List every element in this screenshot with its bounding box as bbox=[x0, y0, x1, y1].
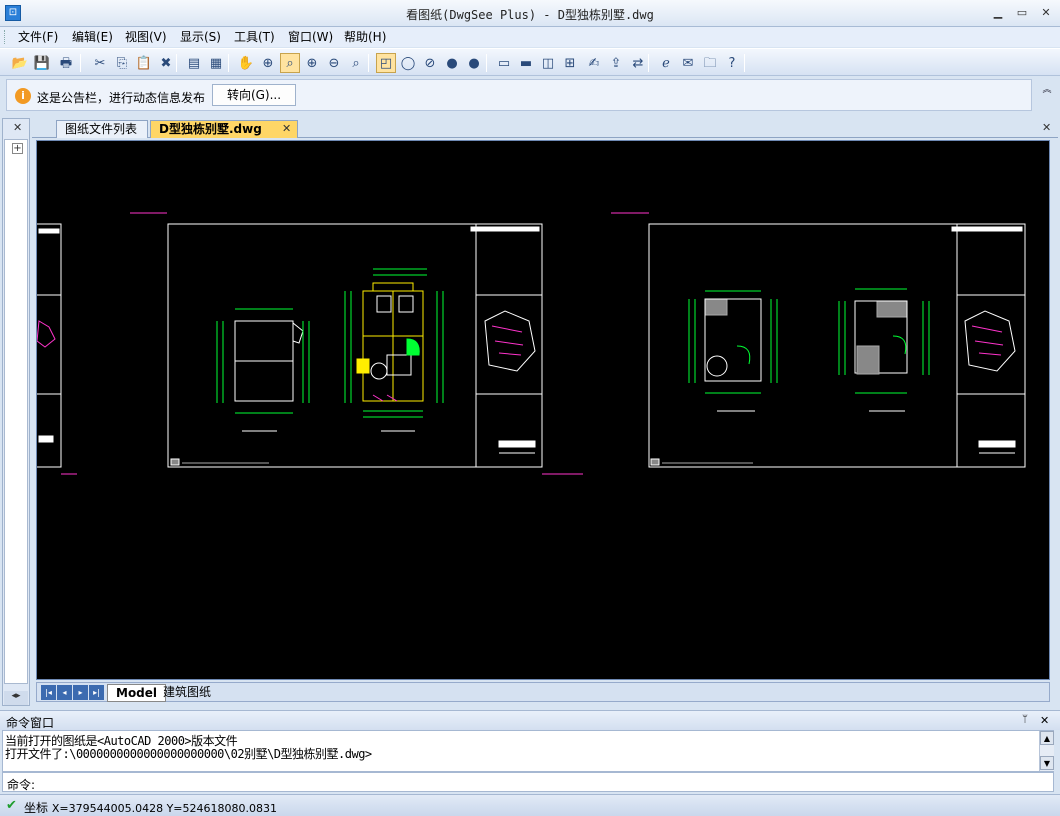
circle-fill-icon[interactable]: ● bbox=[442, 53, 462, 73]
send-icon[interactable]: ✉ bbox=[678, 53, 698, 73]
menu-tools[interactable]: 工具(T) bbox=[228, 29, 281, 45]
drawing-canvas[interactable] bbox=[36, 140, 1050, 680]
tab-close-icon[interactable]: ✕ bbox=[282, 122, 291, 135]
copy-icon[interactable]: ⎘ bbox=[112, 53, 132, 73]
toolbar-separator bbox=[80, 54, 81, 72]
close-button[interactable]: ✕ bbox=[1038, 6, 1054, 20]
sheet-1 bbox=[167, 223, 543, 468]
panel-scroll-arrows[interactable]: ◂▸ bbox=[4, 691, 28, 705]
command-prompt: 命令: bbox=[7, 778, 36, 792]
window-icon[interactable]: ▭ bbox=[494, 53, 514, 73]
list-icon[interactable]: ▤ bbox=[184, 53, 204, 73]
check-icon: ✔ bbox=[6, 798, 17, 813]
open-icon[interactable]: 📂 bbox=[10, 53, 30, 73]
coordinate-readout: 坐标 X=379544005.0428 Y=524618080.0831 bbox=[24, 799, 277, 816]
convert-icon[interactable]: ⇄ bbox=[628, 53, 648, 73]
menu-bar: 文件(F) 编辑(E) 视图(V) 显示(S) 工具(T) 窗口(W) 帮助(H… bbox=[0, 27, 1060, 47]
toolbar-separator bbox=[368, 54, 369, 72]
notice-bar: i 这是公告栏，进行动态信息发布 转向(G)... bbox=[6, 79, 1032, 111]
toolbar-separator bbox=[176, 54, 177, 72]
layout-icon[interactable]: ▬ bbox=[516, 53, 536, 73]
goto-button[interactable]: 转向(G)... bbox=[212, 84, 296, 106]
command-input[interactable]: 命令: bbox=[2, 772, 1054, 792]
coordinate-value: X=379544005.0428 Y=524618080.0831 bbox=[51, 802, 277, 815]
tree-expand-icon[interactable]: + bbox=[12, 143, 23, 154]
coordinate-label: 坐标 bbox=[24, 801, 49, 815]
command-window-header: 命令窗口 ᛘ ✕ bbox=[0, 710, 1060, 730]
tabs-close-icon[interactable]: ✕ bbox=[1042, 121, 1051, 134]
sheet-prev-button[interactable]: ◂ bbox=[57, 685, 72, 700]
toolbar-separator bbox=[648, 54, 649, 72]
paste-icon[interactable]: 📋 bbox=[134, 53, 154, 73]
sheet-next-button[interactable]: ▸ bbox=[73, 685, 88, 700]
title-bar: ⊡ 看图纸(DwgSee Plus) - D型独栋别墅.dwg ▁ ▭ ✕ bbox=[0, 0, 1060, 27]
window-title: 看图纸(DwgSee Plus) - D型独栋别墅.dwg bbox=[406, 8, 654, 22]
sheet-partial-left bbox=[37, 223, 62, 468]
menu-help[interactable]: 帮助(H) bbox=[338, 29, 392, 45]
menu-grip[interactable] bbox=[4, 30, 7, 44]
zoom-previous-icon[interactable]: ⌕ bbox=[346, 53, 366, 73]
scroll-down-icon[interactable]: ▼ bbox=[1040, 756, 1054, 770]
menu-view[interactable]: 视图(V) bbox=[119, 29, 173, 45]
zoom-extents-icon[interactable]: ⌕ bbox=[280, 53, 300, 73]
maximize-button[interactable]: ▭ bbox=[1014, 6, 1030, 20]
sheet-last-button[interactable]: ▸| bbox=[89, 685, 104, 700]
menu-file[interactable]: 文件(F) bbox=[12, 29, 64, 45]
minimize-button[interactable]: ▁ bbox=[990, 6, 1006, 20]
circle-fill-2-icon[interactable]: ● bbox=[464, 53, 484, 73]
sheet-first-button[interactable]: |◂ bbox=[41, 685, 56, 700]
save-icon[interactable]: 💾 bbox=[32, 53, 52, 73]
command-log: 当前打开的图纸是<AutoCAD 2000>版本文件 打开文件了:\000000… bbox=[2, 730, 1054, 772]
command-close-icon[interactable]: ✕ bbox=[1040, 714, 1049, 727]
browser-icon[interactable]: ℯ bbox=[656, 53, 676, 73]
split-icon[interactable]: ◫ bbox=[538, 53, 558, 73]
measure-icon[interactable]: ⊞ bbox=[560, 53, 580, 73]
pin-icon[interactable]: ᛘ bbox=[1022, 714, 1028, 725]
print-icon[interactable]: 🖶 bbox=[56, 53, 76, 73]
delete-icon[interactable]: ✖ bbox=[156, 53, 176, 73]
zoom-out-icon[interactable]: ⊖ bbox=[324, 53, 344, 73]
cad-drawing bbox=[37, 212, 1026, 475]
folder-icon[interactable]: 🗀 bbox=[700, 53, 720, 73]
sheet-tab-bar: |◂ ◂ ▸ ▸| Model 建筑图纸 bbox=[36, 682, 1050, 702]
select-icon[interactable]: ▦ bbox=[206, 53, 226, 73]
pan-icon[interactable]: ✋ bbox=[236, 53, 256, 73]
toolbar-separator bbox=[228, 54, 229, 72]
tab-file-list[interactable]: 图纸文件列表 bbox=[56, 120, 148, 138]
circle-outline-icon[interactable]: ◯ bbox=[398, 53, 418, 73]
menu-edit[interactable]: 编辑(E) bbox=[66, 29, 119, 45]
collapse-notice-icon[interactable]: ︽ bbox=[1040, 82, 1054, 96]
circle-slash-icon[interactable]: ⊘ bbox=[420, 53, 440, 73]
toolbar: 📂 💾 🖶 ✂ ⎘ 📋 ✖ ▤ ▦ ✋ ⊕ ⌕ ⊕ ⊖ ⌕ ◰ ◯ ⊘ ● ● ▭ ▬ ◫ ⊞ ✍ ⇪ ⇄ ℯ ✉ 🗀? bbox=[0, 48, 1060, 76]
toolbar-separator bbox=[486, 54, 487, 72]
tab-drawing[interactable]: D型独栋别墅.dwg bbox=[150, 120, 298, 138]
text-icon[interactable]: ✍ bbox=[584, 53, 604, 73]
command-log-line: 打开文件了:\0000000000000000000000\02别墅\D型独栋别… bbox=[5, 747, 372, 761]
layer-icon[interactable]: ◰ bbox=[376, 53, 396, 73]
cut-icon[interactable]: ✂ bbox=[90, 53, 110, 73]
document-tabs: 图纸文件列表 D型独栋别墅.dwg ✕ ✕ bbox=[32, 118, 1058, 138]
menu-window[interactable]: 窗口(W) bbox=[282, 29, 339, 45]
info-icon: i bbox=[15, 88, 31, 104]
menu-display[interactable]: 显示(S) bbox=[174, 29, 227, 45]
zoom-in-icon[interactable]: ⊕ bbox=[302, 53, 322, 73]
help-icon[interactable]: ? bbox=[722, 53, 742, 73]
sheet-tab-architecture[interactable]: 建筑图纸 bbox=[155, 684, 219, 702]
toolbar-separator bbox=[744, 54, 745, 72]
zoom-window-icon[interactable]: ⊕ bbox=[258, 53, 278, 73]
file-tree: + bbox=[4, 139, 28, 684]
panel-close-icon[interactable]: ✕ bbox=[13, 121, 22, 134]
scroll-up-icon[interactable]: ▲ bbox=[1040, 731, 1054, 745]
status-bar: ✔ 坐标 X=379544005.0428 Y=524618080.0831 bbox=[0, 794, 1060, 816]
left-panel: ✕ + ◂▸ bbox=[2, 118, 30, 706]
sheet-2 bbox=[648, 223, 1026, 468]
export-icon[interactable]: ⇪ bbox=[606, 53, 626, 73]
command-log-scrollbar[interactable]: ▲ ▼ bbox=[1039, 731, 1054, 771]
notice-text: 这是公告栏，进行动态信息发布 bbox=[37, 91, 206, 105]
command-window-title: 命令窗口 bbox=[6, 716, 55, 730]
